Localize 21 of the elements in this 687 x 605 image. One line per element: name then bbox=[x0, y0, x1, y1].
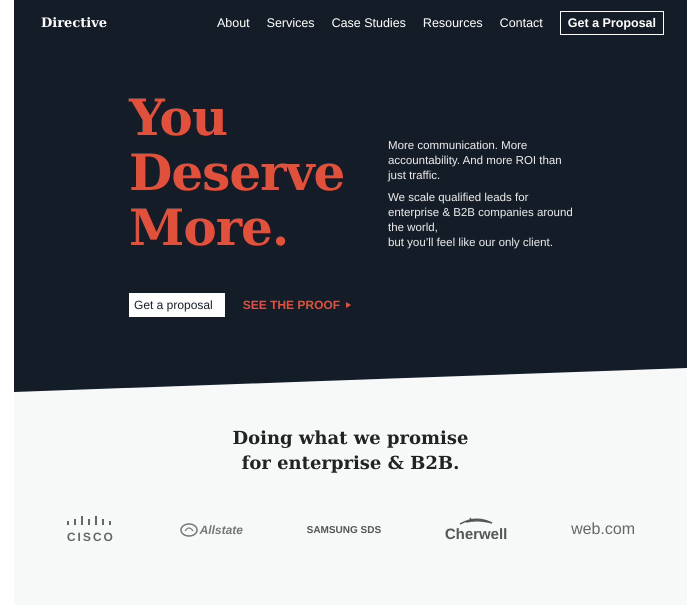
nav-link[interactable]: Contact bbox=[500, 16, 543, 30]
nav-link[interactable]: Services bbox=[266, 16, 315, 30]
see-the-proof-link[interactable]: SEE THE PROOF bbox=[242, 298, 352, 312]
client-logo-text: CISCO bbox=[66, 530, 115, 544]
triangle-right-icon bbox=[346, 302, 352, 308]
logo[interactable]: Directive bbox=[41, 16, 108, 30]
client-logo-text: Allstate bbox=[200, 523, 243, 537]
nav-link[interactable]: Resources bbox=[422, 16, 483, 30]
hero-paragraph: We scale qualified leads for enterprise & B2B companies around the world, but you’ll feel like our only client. bbox=[388, 191, 573, 251]
get-proposal-button[interactable]: Get a proposal bbox=[129, 293, 225, 317]
clients-heading: Doing what we promise for enterprise & B2B. bbox=[232, 427, 470, 476]
hero-headline: You Deserve More. bbox=[129, 90, 346, 255]
get-proposal-button[interactable]: Get a Proposal bbox=[560, 11, 664, 35]
nav-link[interactable]: Case Studies bbox=[332, 16, 406, 30]
client-logo-text: SAMSUNG SDS bbox=[306, 524, 382, 536]
client-logo-text: web.com bbox=[571, 521, 636, 539]
client-logo-text: Cherwell bbox=[444, 526, 508, 543]
hero-paragraph: More communication. More accountability. And more ROI than just traffic. bbox=[388, 139, 563, 184]
nav-link[interactable]: About bbox=[216, 16, 250, 30]
hands-emblem-icon bbox=[180, 523, 198, 537]
swoosh-icon bbox=[458, 517, 494, 526]
